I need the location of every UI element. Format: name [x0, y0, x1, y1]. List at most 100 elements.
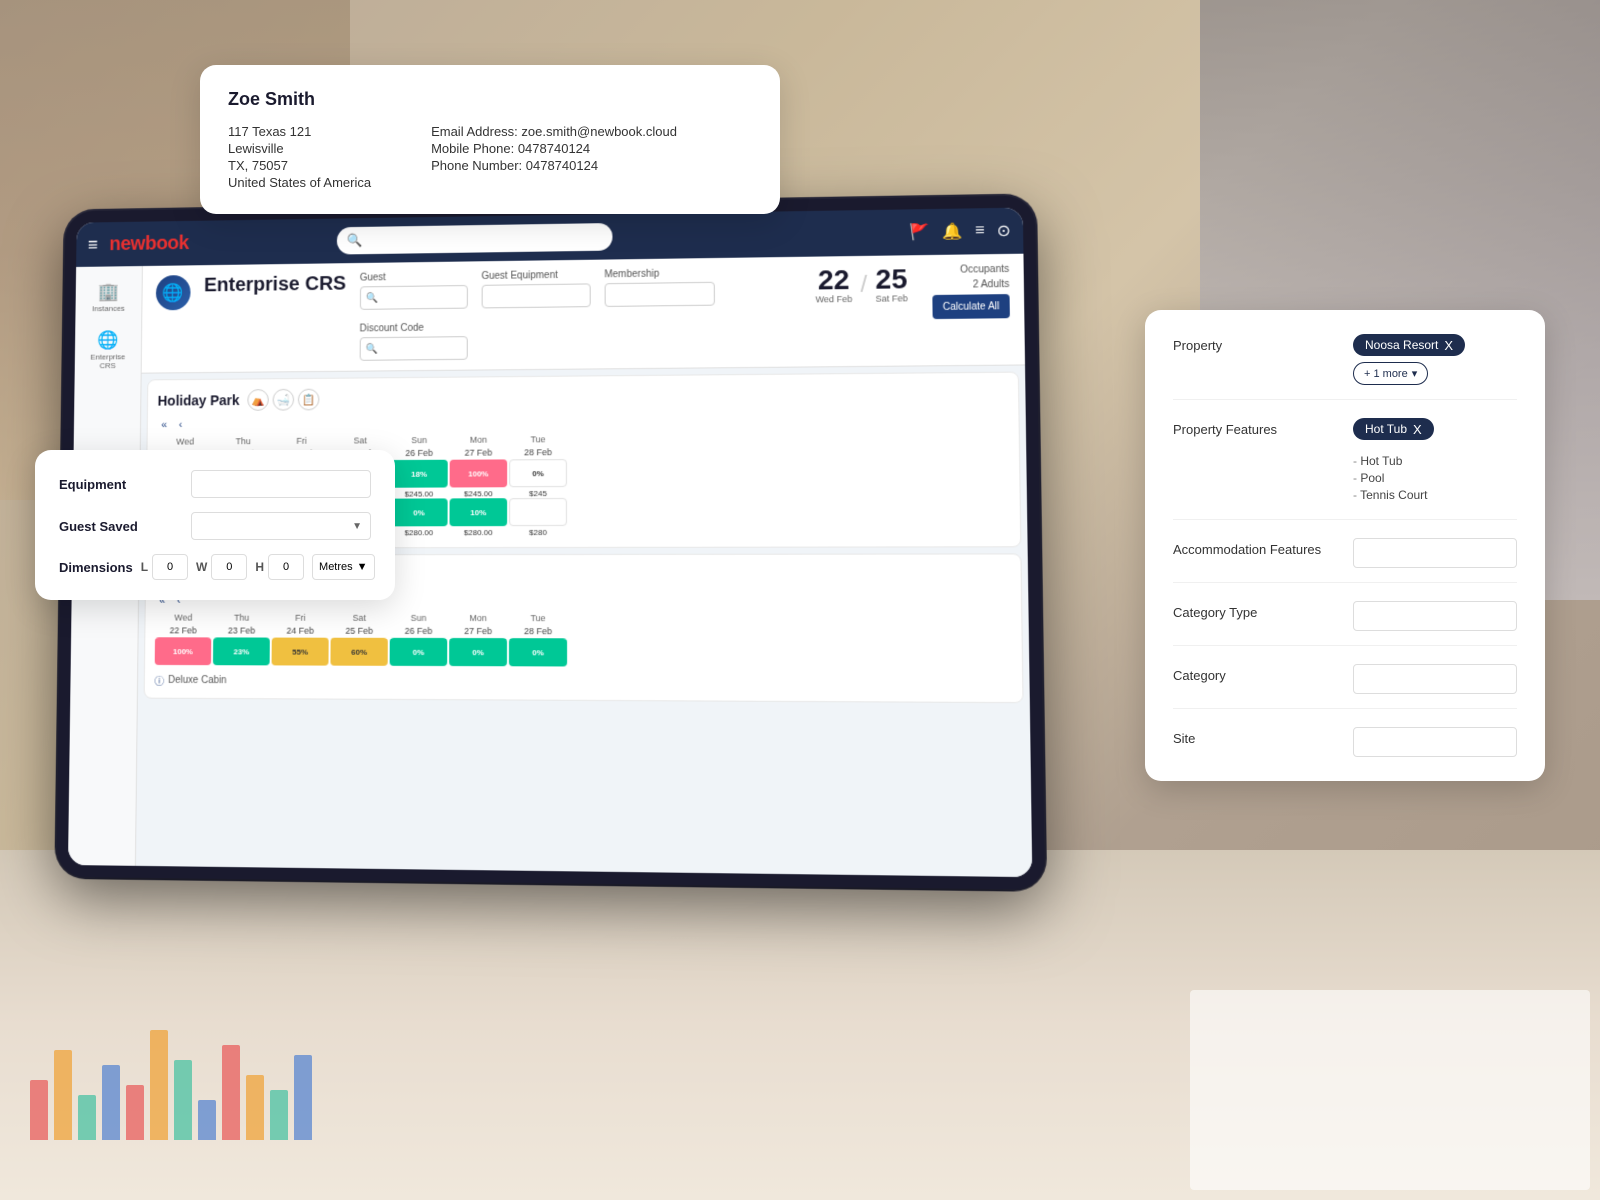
- cal-day-label: Thu: [215, 436, 271, 446]
- cal-date-label: 24 Feb: [272, 626, 329, 636]
- availability-cell[interactable]: 18%: [390, 460, 447, 488]
- price-label: $245.00: [450, 489, 508, 498]
- date-to-num: 25: [875, 265, 908, 293]
- chart-bar: [126, 1085, 144, 1140]
- features-label: Property Features: [1173, 418, 1333, 437]
- guest-saved-label: Guest Saved: [59, 519, 179, 534]
- sidebar-item-instances[interactable]: 🏢 Instances: [81, 276, 137, 319]
- cal-column: Thu23 Feb23%: [213, 613, 270, 668]
- cal-date-label: 22 Feb: [155, 625, 211, 635]
- price-label: $280.00: [390, 528, 447, 537]
- accommodation-input[interactable]: [1353, 538, 1517, 568]
- crs-header: 🌐 Enterprise CRS Guest 🔍 Guest Equipment: [142, 254, 1025, 374]
- features-value: Hot Tub X Hot Tub Pool Tennis Court: [1353, 418, 1517, 505]
- chart-bar: [102, 1065, 120, 1140]
- cal-day-label: Sun: [390, 613, 447, 623]
- bell-icon[interactable]: 🔔: [942, 222, 963, 242]
- cal-day-label: Sun: [391, 435, 448, 445]
- park-icon-2[interactable]: 🛁: [272, 389, 294, 411]
- flag-icon[interactable]: 🚩: [909, 222, 930, 242]
- availability-cell[interactable]: 0%: [509, 638, 567, 666]
- search-bar[interactable]: 🔍: [337, 223, 613, 255]
- date-to-sub: Sat Feb: [875, 293, 907, 303]
- guest-saved-select[interactable]: ▼: [191, 512, 371, 540]
- feature-item-tennis: Tennis Court: [1353, 488, 1517, 502]
- availability-cell[interactable]: [509, 498, 567, 526]
- cal-date-label: 27 Feb: [449, 626, 507, 636]
- property-tag-remove[interactable]: X: [1444, 339, 1453, 352]
- contact-address: 117 Texas 121 Lewisville TX, 75057 Unite…: [228, 124, 371, 190]
- property-more-button[interactable]: + 1 more ▾: [1353, 362, 1428, 385]
- chart-bar: [294, 1055, 312, 1140]
- cal-column: Mon27 Feb100%$245.0010%$280.00: [449, 435, 507, 538]
- category-type-row: Category Type: [1173, 601, 1517, 646]
- guest-saved-row: Guest Saved ▼: [59, 512, 371, 540]
- park-icon-1[interactable]: ⛺: [247, 389, 269, 411]
- cal-date-label: 26 Feb: [391, 448, 448, 458]
- menu-icon[interactable]: ≡: [88, 234, 98, 254]
- cal-column: Sun26 Feb0%: [390, 613, 448, 668]
- more-btn-arrow: ▾: [1412, 367, 1418, 380]
- availability-cell[interactable]: 0%: [509, 459, 567, 487]
- feature-item-hot-tub: Hot Tub: [1353, 454, 1517, 468]
- dim-unit-selector[interactable]: Metres ▼: [312, 554, 375, 580]
- cal-day-label: Tue: [509, 613, 567, 623]
- site-label: Site: [1173, 727, 1333, 746]
- availability-cell[interactable]: 0%: [449, 638, 507, 666]
- category-value: [1353, 664, 1517, 694]
- accommodation-row: Accommodation Features: [1173, 538, 1517, 583]
- availability-cell[interactable]: 60%: [330, 638, 387, 666]
- features-tag-remove[interactable]: X: [1413, 423, 1422, 436]
- date-from-num: 22: [815, 266, 852, 294]
- cal-day-label: Sat: [332, 435, 389, 445]
- discount-group: Discount Code 🔍: [359, 322, 467, 360]
- guest-equipment-group: Guest Equipment: [481, 270, 590, 309]
- list-icon[interactable]: ≡: [975, 222, 985, 240]
- dim-l-input[interactable]: 0: [152, 554, 188, 580]
- contact-details: 117 Texas 121 Lewisville TX, 75057 Unite…: [228, 124, 752, 190]
- availability-cell[interactable]: 23%: [213, 637, 270, 665]
- calculate-all-button[interactable]: Calculate All: [932, 294, 1010, 319]
- guest-equipment-label: Guest Equipment: [481, 270, 590, 282]
- availability-cell[interactable]: 10%: [450, 498, 508, 526]
- availability-cell[interactable]: 0%: [390, 638, 448, 666]
- deluxe-cabin-label: Deluxe Cabin: [168, 675, 227, 686]
- cal-day-label: Wed: [157, 436, 213, 446]
- availability-cell[interactable]: 0%: [390, 498, 447, 526]
- availability-cell[interactable]: 55%: [272, 638, 329, 666]
- date-to: 25 Sat Feb: [875, 265, 908, 303]
- phone-line: Phone Number: 0478740124: [431, 158, 677, 173]
- category-type-input[interactable]: [1353, 601, 1517, 631]
- category-input[interactable]: [1353, 664, 1517, 694]
- discount-input[interactable]: 🔍: [359, 336, 467, 361]
- accommodation-label: Accommodation Features: [1173, 538, 1333, 557]
- guest-equipment-input[interactable]: [481, 283, 590, 308]
- cal-date-label: 23 Feb: [213, 626, 270, 636]
- property-row-label: Property: [1173, 334, 1333, 353]
- dim-unit-label: Metres: [319, 561, 353, 573]
- site-input[interactable]: [1353, 727, 1517, 757]
- cal-first-btn[interactable]: «: [157, 417, 171, 433]
- date-range: 22 Wed Feb / 25 Sat Feb: [815, 265, 908, 304]
- guest-input[interactable]: 🔍: [360, 285, 468, 310]
- availability-cell[interactable]: 100%: [155, 637, 212, 665]
- search-icon: 🔍: [347, 233, 363, 249]
- dim-w-input[interactable]: 0: [211, 554, 247, 580]
- accommodation-value: [1353, 538, 1517, 568]
- sidebar-item-enterprise-crs[interactable]: 🌐 Enterprise CRS: [80, 324, 136, 376]
- occupants-label: Occupants: [960, 264, 1009, 276]
- guest-field-group: Guest 🔍: [360, 271, 468, 310]
- cal-day-label: Wed: [155, 613, 211, 623]
- chart-bar: [30, 1080, 48, 1140]
- availability-cell[interactable]: 100%: [450, 459, 508, 487]
- calendar-nav: « ‹: [157, 411, 1008, 433]
- park-icon-3[interactable]: 📋: [298, 389, 320, 411]
- property-row: Property Noosa Resort X + 1 more ▾: [1173, 334, 1517, 400]
- membership-input[interactable]: [604, 282, 714, 307]
- info-icon[interactable]: ⊙: [997, 221, 1011, 241]
- mobile-value: 0478740124: [518, 141, 590, 156]
- equipment-input[interactable]: [191, 470, 371, 498]
- cal-prev-btn[interactable]: ‹: [175, 417, 186, 433]
- deluxe-cabin-info-icon: ⓘ: [154, 673, 164, 688]
- dim-h-input[interactable]: 0: [268, 554, 304, 580]
